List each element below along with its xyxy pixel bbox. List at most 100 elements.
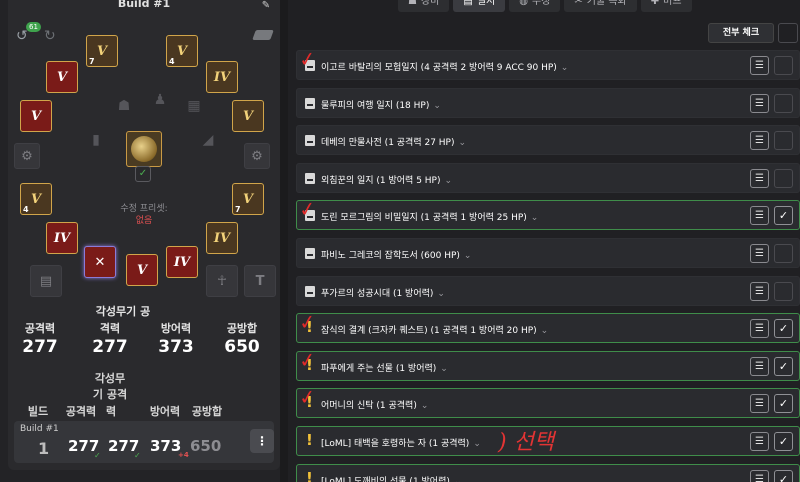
tab-gear[interactable]: ☗ 장비	[398, 0, 450, 12]
costume-boots-icon[interactable]: ▮	[80, 124, 112, 156]
journal-row[interactable]: 데베의 만물사전 (1 공격력 27 HP) ⌄ ☰	[296, 125, 800, 155]
chevron-down-icon[interactable]: ⌄	[531, 213, 539, 223]
gear-slot-awakening-weapon[interactable]: IV	[166, 246, 198, 278]
list-icon[interactable]: ☰	[750, 169, 769, 188]
journal-row[interactable]: ! 어머니의 신탁 (1 공격력) ⌄ ☰ ✓ ✓	[296, 384, 800, 418]
costume-shirt-icon[interactable]: ▦	[178, 90, 210, 122]
gear-slot-shoes[interactable]: V4	[20, 183, 52, 215]
journal-label[interactable]: 외침꾼의 일지 (1 방어력 5 HP) ⌄	[321, 173, 452, 186]
gear-slot-earring-right[interactable]: IV	[206, 61, 238, 93]
journal-label[interactable]: 데베의 만물사전 (1 공격력 27 HP) ⌄	[321, 135, 466, 148]
journal-row[interactable]: 도린 모르그림의 비밀일지 (1 공격력 1 방어력 25 HP) ⌄ ☰ ✓ ✓	[296, 196, 800, 230]
journal-checkbox[interactable]: ✓	[774, 432, 793, 451]
gear-slot-belt[interactable]: V	[46, 61, 78, 93]
list-icon[interactable]: ☰	[750, 131, 769, 150]
undo-icon[interactable]: ↺	[16, 28, 28, 44]
center-check-icon[interactable]: ✓	[135, 166, 151, 182]
gear-slot-sub-weapon[interactable]: V	[126, 254, 158, 286]
gear-slot-artifact[interactable]: IV	[206, 222, 238, 254]
list-icon[interactable]: ☰	[750, 357, 769, 376]
journal-row[interactable]: 파비노 그레코의 잡학도서 (600 HP) ⌄ ☰	[296, 238, 800, 268]
journal-checkbox[interactable]: ✓	[774, 357, 793, 376]
journal-row[interactable]: ! [LoML] 도깨비의 선물 (1 방어력) ⌄ ☰ ✓	[296, 464, 800, 482]
chevron-down-icon[interactable]: ⌄	[464, 251, 472, 261]
journal-checkbox[interactable]	[774, 131, 793, 150]
costume-gloves-icon[interactable]: ◢	[192, 124, 224, 156]
list-icon[interactable]: ☰	[750, 394, 769, 413]
preset-value[interactable]: 없음	[92, 213, 196, 226]
gear-slot-tool[interactable]: T	[244, 265, 276, 297]
journal-checkbox[interactable]: ✓	[774, 470, 793, 482]
journal-checkbox[interactable]	[774, 56, 793, 75]
journal-checkbox[interactable]	[774, 169, 793, 188]
journal-label[interactable]: [LoML] 태백을 호령하는 자 (1 공격력) ⌄	[321, 436, 481, 449]
journal-row[interactable]: 외침꾼의 일지 (1 방어력 5 HP) ⌄ ☰	[296, 163, 800, 193]
journal-row[interactable]: ! 잠식의 결계 (크자카 퀘스트) (1 공격력 1 방어력 20 HP) ⌄ ☰ ✓…	[296, 309, 800, 343]
buff-icon: ✚	[650, 0, 660, 7]
chevron-down-icon[interactable]: ⌄	[421, 401, 429, 411]
chevron-down-icon[interactable]: ⌄	[433, 101, 441, 111]
redo-icon[interactable]: ↻	[44, 28, 56, 44]
list-icon[interactable]: ☰	[750, 432, 769, 451]
chevron-down-icon[interactable]: ⌄	[459, 138, 467, 148]
tab-buff[interactable]: ✚ 버프	[640, 0, 692, 12]
gear-slot-ring-2[interactable]: V7	[232, 183, 264, 215]
tab-skill-spec[interactable]: ✂ 기술 특화	[564, 0, 637, 12]
journal-label[interactable]: 도린 모르그림의 비밀일지 (1 공격력 1 방어력 25 HP) ⌄	[321, 210, 538, 223]
gear-slot-armor[interactable]: IV	[46, 222, 78, 254]
journal-label[interactable]: 어머니의 신탁 (1 공격력) ⌄	[321, 398, 428, 411]
list-icon[interactable]: ☰	[750, 319, 769, 338]
journal-row[interactable]: 푸가르의 성공시대 (1 방어력) ⌄ ☰	[296, 276, 800, 306]
gear-slot-costume[interactable]: ☥	[206, 265, 238, 297]
tab-crystal[interactable]: ◍ 수정	[509, 0, 561, 12]
journal-label[interactable]: 잠식의 결계 (크자카 퀘스트) (1 공격력 1 방어력 20 HP) ⌄	[321, 323, 548, 336]
costume-top-icon[interactable]: ♟	[144, 84, 176, 116]
journal-row[interactable]: 물루피의 여행 일지 (18 HP) ⌄ ☰	[296, 88, 800, 118]
journal-label[interactable]: 파비노 그레코의 잡학도서 (600 HP) ⌄	[321, 248, 471, 261]
check-all-checkbox[interactable]	[778, 23, 798, 43]
eraser-icon[interactable]	[252, 30, 274, 40]
gear-slot-earring-left[interactable]: V7	[86, 35, 118, 67]
journal-checkbox[interactable]	[774, 282, 793, 301]
list-icon[interactable]: ☰	[750, 206, 769, 225]
gear-slot-gloves[interactable]: V	[20, 100, 52, 132]
chevron-down-icon[interactable]: ⌄	[561, 63, 569, 73]
table-row[interactable]: Build #1 1 277 ✓ 277 ✓ 373 +4 650 ⋮	[14, 421, 274, 463]
chevron-down-icon[interactable]: ⌄	[437, 289, 445, 299]
journal-checkbox[interactable]: ✓	[774, 319, 793, 338]
empty-slot-left[interactable]: ⚙	[14, 143, 40, 169]
journal-label[interactable]: 파푸에게 주는 선물 (1 방어력) ⌄	[321, 361, 448, 374]
list-icon[interactable]: ☰	[750, 470, 769, 482]
chevron-down-icon[interactable]: ⌄	[541, 326, 549, 336]
chevron-down-icon[interactable]: ⌄	[445, 176, 453, 186]
journal-checkbox[interactable]	[774, 94, 793, 113]
list-icon[interactable]: ☰	[750, 56, 769, 75]
edit-pencil-icon[interactable]: ✎	[258, 0, 274, 13]
journal-row[interactable]: ! 파푸에게 주는 선물 (1 방어력) ⌄ ☰ ✓ ✓	[296, 347, 800, 381]
chevron-down-icon[interactable]: ⌄	[454, 477, 462, 482]
alchemy-stone-slot[interactable]	[126, 131, 162, 167]
tab-journal[interactable]: ▤ 일지	[453, 0, 506, 12]
journal-row[interactable]: 이고르 바탈리의 모험일지 (4 공격력 2 방어력 9 ACC 90 HP) ⌄…	[296, 46, 800, 80]
chevron-down-icon[interactable]: ⌄	[473, 439, 481, 449]
journal-label[interactable]: 물루피의 여행 일지 (18 HP) ⌄	[321, 98, 441, 111]
gear-slot-necklace[interactable]: V4	[166, 35, 198, 67]
costume-helmet-icon[interactable]: ☗	[108, 90, 140, 122]
list-icon[interactable]: ☰	[750, 282, 769, 301]
row-menu-button[interactable]: ⋮	[250, 429, 274, 453]
gear-slot-ring[interactable]: V	[232, 100, 264, 132]
journal-label[interactable]: 이고르 바탈리의 모험일지 (4 공격력 2 방어력 9 ACC 90 HP) ⌄	[321, 60, 568, 73]
list-icon[interactable]: ☰	[750, 244, 769, 263]
journal-checkbox[interactable]	[774, 244, 793, 263]
journal-checkbox[interactable]: ✓	[774, 394, 793, 413]
check-all-button[interactable]: 전부 체크	[708, 23, 774, 43]
gear-slot-alchemy-stone[interactable]: ▤	[30, 265, 62, 297]
journal-checkbox[interactable]: ✓	[774, 206, 793, 225]
row-defense-delta: +4	[178, 451, 189, 459]
journal-label[interactable]: 푸가르의 성공시대 (1 방어력) ⌄	[321, 286, 445, 299]
list-icon[interactable]: ☰	[750, 94, 769, 113]
empty-slot-right[interactable]: ⚙	[244, 143, 270, 169]
journal-label[interactable]: [LoML] 도깨비의 선물 (1 방어력) ⌄	[321, 474, 461, 482]
gear-slot-main-weapon[interactable]: ✕	[84, 246, 116, 278]
chevron-down-icon[interactable]: ⌄	[440, 364, 448, 374]
